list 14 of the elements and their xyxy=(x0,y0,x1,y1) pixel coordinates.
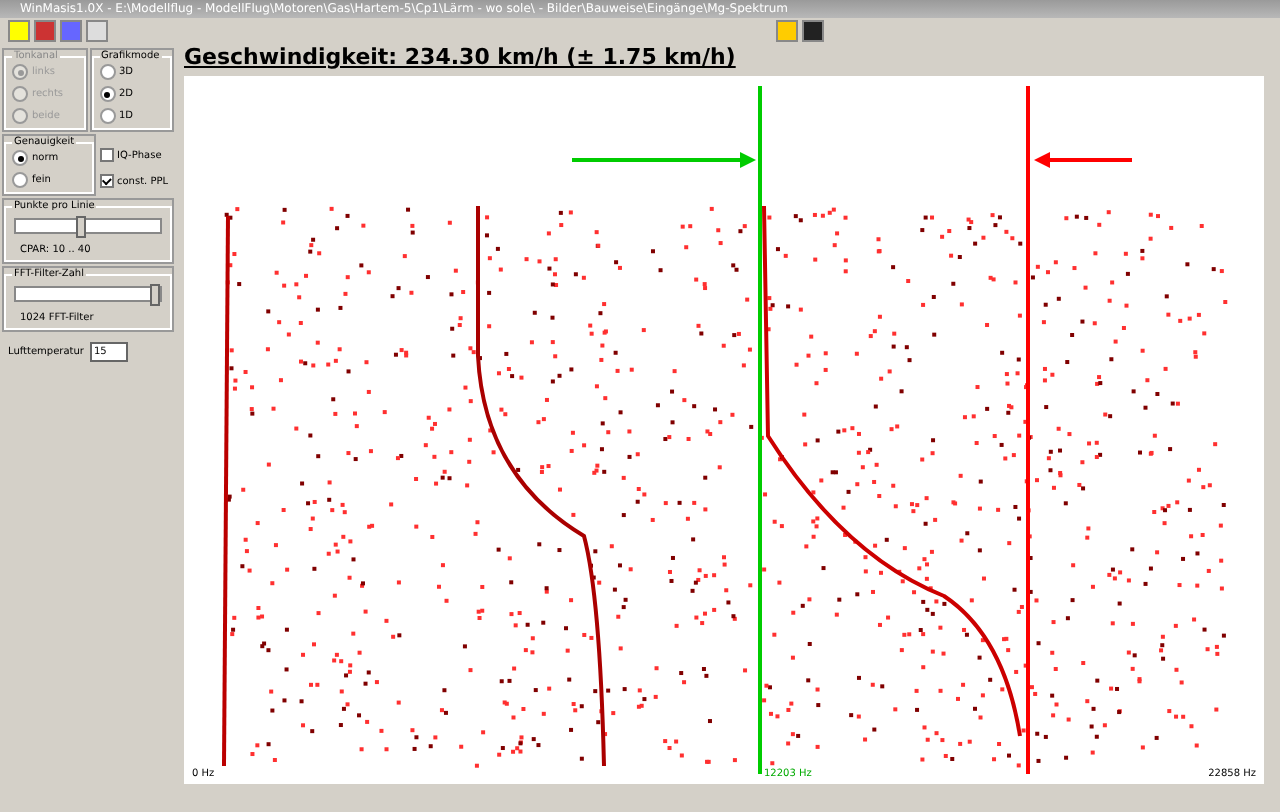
toolbar-icon[interactable] xyxy=(86,20,108,42)
toolbar-icon[interactable] xyxy=(776,20,798,42)
slider-thumb[interactable] xyxy=(150,284,160,306)
checkbox[interactable] xyxy=(99,148,113,162)
slider-track[interactable] xyxy=(14,218,162,234)
marker-line[interactable] xyxy=(1026,86,1030,774)
arrow-icon xyxy=(1034,152,1132,168)
toolbar-icon[interactable] xyxy=(802,20,824,42)
checkbox[interactable] xyxy=(99,174,113,188)
slider-thumb[interactable] xyxy=(76,216,87,238)
slider-track[interactable] xyxy=(14,286,162,302)
toolbar-icon[interactable] xyxy=(8,20,30,42)
arrow-icon xyxy=(572,152,756,168)
speed-heading: Geschwindigkeit: 234.30 km/h (± 1.75 km/h) xyxy=(184,44,738,74)
